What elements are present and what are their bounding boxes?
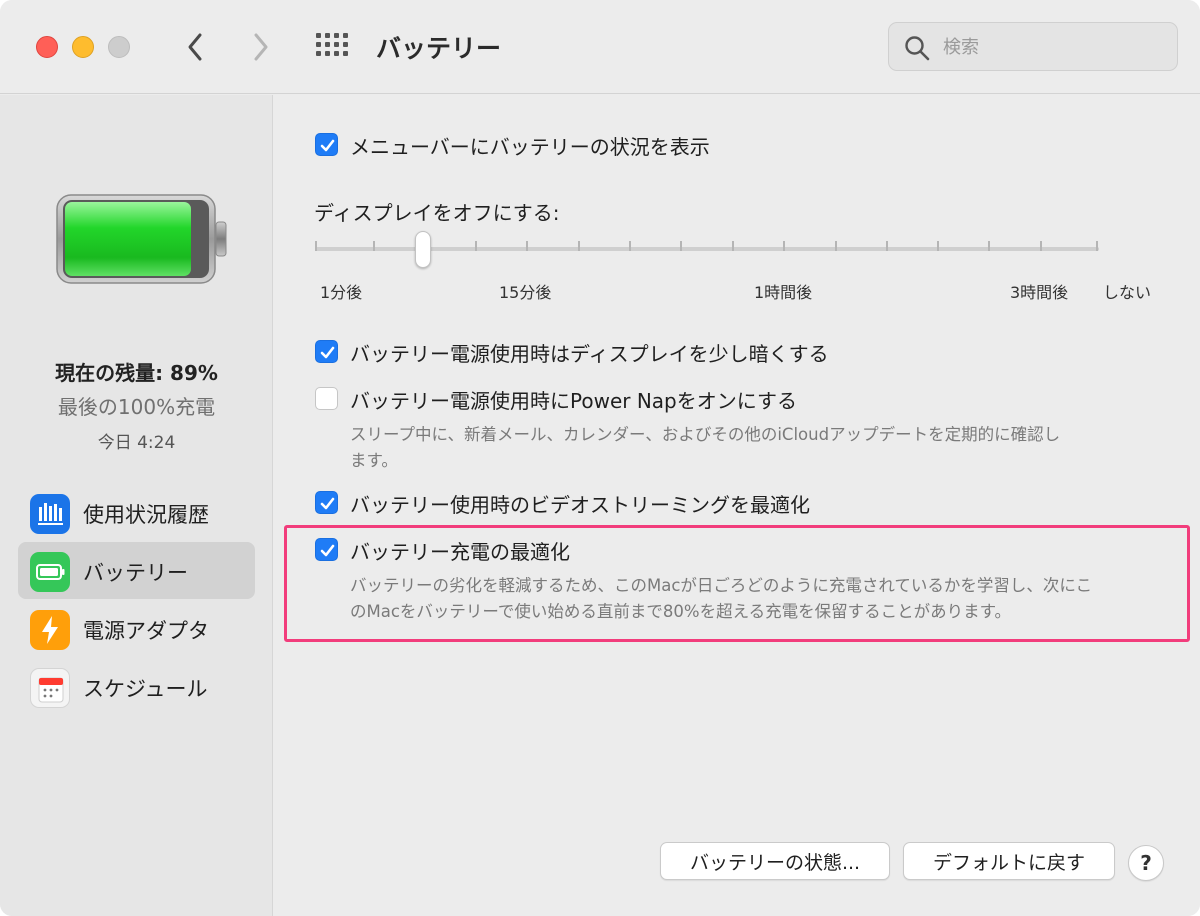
- show-menu-status-label: メニューバーにバッテリーの状況を表示: [350, 135, 710, 159]
- checkmark-icon: [320, 139, 335, 152]
- tick-label-15min: 15分後: [499, 283, 552, 302]
- checkmark-icon: [320, 544, 335, 557]
- slider-tick: [373, 241, 375, 251]
- back-button[interactable]: [180, 28, 210, 66]
- sidebar-item-label: スケジュール: [83, 677, 208, 701]
- slider-tick: [1096, 241, 1098, 251]
- toolbar: バッテリー: [0, 0, 1200, 94]
- slider-tick: [680, 241, 682, 251]
- power-nap-description-line-2: ます。: [350, 451, 398, 470]
- show-all-grid-button[interactable]: [316, 33, 350, 61]
- sidebar-item-power-adapter[interactable]: 電源アダプタ: [18, 600, 255, 657]
- slider-tick: [937, 241, 939, 251]
- power-nap-label: バッテリー電源使用時にPower Napをオンにする: [350, 389, 797, 413]
- search-input[interactable]: [943, 32, 1163, 62]
- search-icon: [905, 36, 930, 61]
- calendar-icon: [30, 668, 70, 708]
- sidebar-item-label: バッテリー: [83, 561, 188, 585]
- optimized-charging-checkbox[interactable]: [315, 538, 338, 561]
- slider-tick: [732, 241, 734, 251]
- preferences-window: バッテリー 検索 現在の残量: 89% 最後の100%充電 今日 4:24 使用…: [0, 0, 1200, 916]
- optimized-charging-label: バッテリー充電の最適化: [350, 540, 570, 564]
- slider-tick: [783, 241, 785, 251]
- minimize-window-button[interactable]: [72, 36, 94, 58]
- sidebar-item-schedule[interactable]: スケジュール: [18, 658, 255, 715]
- power-adapter-icon: [30, 610, 70, 650]
- slider-tick: [315, 241, 317, 251]
- sidebar-item-battery[interactable]: バッテリー: [18, 542, 255, 599]
- close-window-button[interactable]: [36, 36, 58, 58]
- sidebar-item-label: 電源アダプタ: [83, 619, 209, 643]
- last-full-charge-time: 今日 4:24: [97, 433, 176, 453]
- chevron-right-icon: [254, 33, 268, 61]
- tick-label-1min: 1分後: [320, 283, 363, 302]
- tick-label-1hour: 1時間後: [754, 283, 813, 302]
- current-charge-label: 現在の残量: 89%: [55, 361, 218, 385]
- battery-settings-pane: メニューバーにバッテリーの状況を表示 ディスプレイをオフにする: 1分後 15分…: [274, 95, 1200, 916]
- video-streaming-label: バッテリー使用時のビデオストリーミングを最適化: [350, 493, 810, 517]
- last-full-charge-label: 最後の100%充電: [57, 395, 216, 419]
- show-menu-status-checkbox[interactable]: [315, 133, 338, 156]
- help-button[interactable]: ?: [1128, 845, 1164, 881]
- battery-icon: [30, 552, 70, 592]
- search-field[interactable]: [888, 22, 1178, 71]
- display-off-label: ディスプレイをオフにする:: [314, 201, 560, 225]
- restore-defaults-button[interactable]: デフォルトに戻す: [903, 842, 1115, 880]
- display-off-slider-track[interactable]: [315, 247, 1099, 251]
- power-nap-checkbox[interactable]: [315, 387, 338, 410]
- chevron-left-icon: [188, 33, 202, 61]
- optimized-charging-description-line-1: バッテリーの劣化を軽減するため、このMacが日ごろどのように充電されているかを学…: [350, 576, 1093, 595]
- slider-tick: [526, 241, 528, 251]
- power-nap-description-line-1: スリープ中に、新着メール、カレンダー、およびその他のiCloudアップデートを定…: [350, 425, 1061, 444]
- slider-tick: [629, 241, 631, 251]
- forward-button[interactable]: [246, 28, 276, 66]
- slider-tick: [475, 241, 477, 251]
- dim-display-label: バッテリー電源使用時はディスプレイを少し暗くする: [350, 342, 829, 366]
- usage-history-icon: [30, 494, 70, 534]
- slider-tick: [886, 241, 888, 251]
- checkmark-icon: [320, 346, 335, 359]
- window-title: バッテリー: [376, 34, 502, 63]
- slider-tick: [578, 241, 580, 251]
- slider-tick: [988, 241, 990, 251]
- slider-tick: [835, 241, 837, 251]
- dim-display-checkbox[interactable]: [315, 340, 338, 363]
- sidebar: 現在の残量: 89% 最後の100%充電 今日 4:24 使用状況履歴 バッテリ…: [0, 95, 273, 916]
- tick-label-never: しない: [1103, 283, 1152, 302]
- battery-health-button[interactable]: バッテリーの状態...: [660, 842, 890, 880]
- sidebar-item-label: 使用状況履歴: [83, 503, 209, 527]
- video-streaming-checkbox[interactable]: [315, 491, 338, 514]
- battery-level-graphic: [56, 193, 228, 289]
- sidebar-item-usage-history[interactable]: 使用状況履歴: [18, 484, 255, 541]
- display-off-slider-thumb[interactable]: [415, 231, 431, 268]
- optimized-charging-description-line-2: のMacをバッテリーで使い始める直前まで80%を超える充電を保留することがありま…: [350, 602, 1011, 621]
- checkmark-icon: [320, 497, 335, 510]
- zoom-window-button[interactable]: [108, 36, 130, 58]
- slider-tick: [1040, 241, 1042, 251]
- tick-label-3hours: 3時間後: [1010, 283, 1069, 302]
